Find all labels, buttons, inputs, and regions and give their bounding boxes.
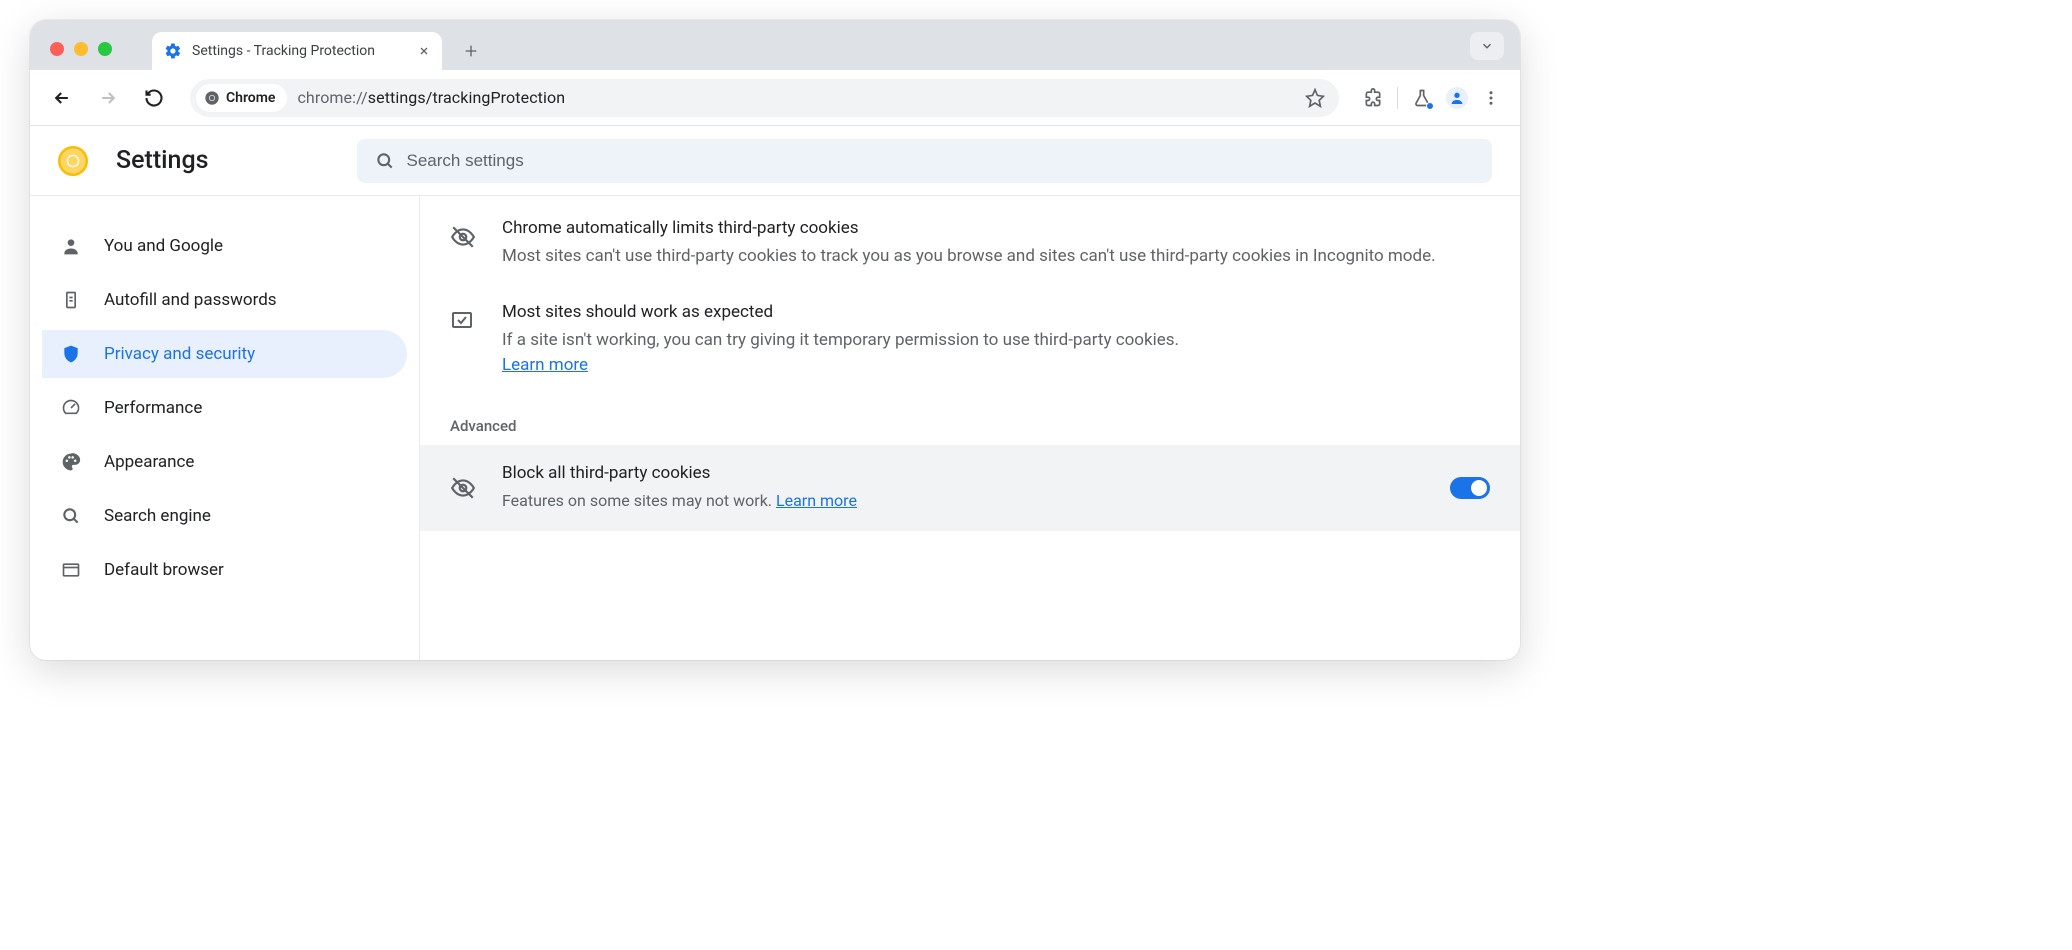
separator: [1397, 87, 1398, 109]
sidebar: You and Google Autofill and passwords Pr…: [30, 196, 420, 660]
speedometer-icon: [60, 398, 82, 418]
search-icon: [375, 151, 395, 171]
info-title: Chrome automatically limits third-party …: [502, 218, 1436, 238]
toolbar: Chrome chrome://settings/trackingProtect…: [30, 70, 1520, 126]
info-block-cookies: Chrome automatically limits third-party …: [420, 196, 1520, 280]
settings-header: Settings: [30, 126, 1520, 196]
sidebar-item-label: Performance: [104, 398, 202, 418]
chrome-icon: [204, 90, 220, 106]
sidebar-item-autofill[interactable]: Autofill and passwords: [42, 276, 407, 324]
forward-button[interactable]: [90, 80, 126, 116]
labs-flask-icon[interactable]: [1412, 88, 1432, 108]
sidebar-item-label: Appearance: [104, 452, 194, 472]
close-window-button[interactable]: [50, 42, 64, 56]
search-settings-box[interactable]: [357, 139, 1492, 183]
sidebar-item-label: Search engine: [104, 506, 211, 526]
bookmark-star-icon[interactable]: [1305, 88, 1325, 108]
sidebar-item-label: Privacy and security: [104, 344, 255, 364]
site-chip[interactable]: Chrome: [196, 84, 287, 112]
shield-icon: [60, 344, 82, 364]
main-panel: Chrome automatically limits third-party …: [420, 196, 1520, 660]
tab-title: Settings - Tracking Protection: [192, 43, 408, 59]
address-bar[interactable]: Chrome chrome://settings/trackingProtect…: [190, 79, 1339, 117]
page-content: Settings You and Google Autofill and pas…: [30, 126, 1520, 660]
block-all-cookies-toggle[interactable]: [1450, 477, 1490, 499]
url-text: chrome://settings/trackingProtection: [297, 88, 565, 107]
section-label-advanced: Advanced: [420, 389, 1520, 445]
sidebar-item-default-browser[interactable]: Default browser: [42, 546, 407, 594]
reload-button[interactable]: [136, 80, 172, 116]
checkbox-icon: [450, 302, 478, 379]
clipboard-icon: [60, 290, 82, 310]
extensions-icon[interactable]: [1363, 88, 1383, 108]
info-desc: If a site isn't working, you can try giv…: [502, 328, 1179, 354]
person-icon: [60, 236, 82, 256]
setting-desc: Features on some sites may not work. Lea…: [502, 489, 857, 513]
search-settings-input[interactable]: [407, 151, 1474, 171]
close-tab-button[interactable]: [418, 45, 430, 57]
page-title: Settings: [116, 146, 209, 175]
maximize-window-button[interactable]: [98, 42, 112, 56]
eye-off-icon: [450, 475, 478, 501]
window-controls: [48, 42, 122, 70]
chrome-logo-icon: [58, 146, 88, 176]
setting-title: Block all third-party cookies: [502, 463, 857, 483]
learn-more-link[interactable]: Learn more: [502, 355, 588, 375]
tab-strip: Settings - Tracking Protection: [30, 20, 1520, 70]
back-button[interactable]: [44, 80, 80, 116]
palette-icon: [60, 452, 82, 472]
info-title: Most sites should work as expected: [502, 302, 1179, 322]
info-block-expected: Most sites should work as expected If a …: [420, 280, 1520, 389]
sidebar-item-you-and-google[interactable]: You and Google: [42, 222, 407, 270]
chip-label: Chrome: [226, 90, 275, 106]
search-icon: [60, 506, 82, 526]
sidebar-item-performance[interactable]: Performance: [42, 384, 407, 432]
overflow-menu-icon[interactable]: [1482, 89, 1500, 107]
tab-dropdown-button[interactable]: [1470, 32, 1504, 60]
profile-avatar-icon[interactable]: [1446, 87, 1468, 109]
sidebar-item-privacy[interactable]: Privacy and security: [42, 330, 407, 378]
sidebar-item-label: You and Google: [104, 236, 223, 256]
sidebar-item-label: Autofill and passwords: [104, 290, 277, 310]
new-tab-button[interactable]: [456, 36, 486, 66]
sidebar-item-label: Default browser: [104, 560, 224, 580]
sidebar-item-search-engine[interactable]: Search engine: [42, 492, 407, 540]
browser-window-icon: [60, 560, 82, 580]
browser-tab[interactable]: Settings - Tracking Protection: [152, 32, 442, 70]
settings-gear-icon: [164, 42, 182, 60]
info-desc: Most sites can't use third-party cookies…: [502, 244, 1436, 270]
minimize-window-button[interactable]: [74, 42, 88, 56]
sidebar-item-appearance[interactable]: Appearance: [42, 438, 407, 486]
browser-window: Settings - Tracking Protection Chrome: [30, 20, 1520, 660]
learn-more-link[interactable]: Learn more: [776, 491, 857, 510]
eye-off-icon: [450, 218, 478, 270]
toolbar-actions: [1357, 87, 1506, 109]
setting-block-all-cookies: Block all third-party cookies Features o…: [420, 445, 1520, 531]
